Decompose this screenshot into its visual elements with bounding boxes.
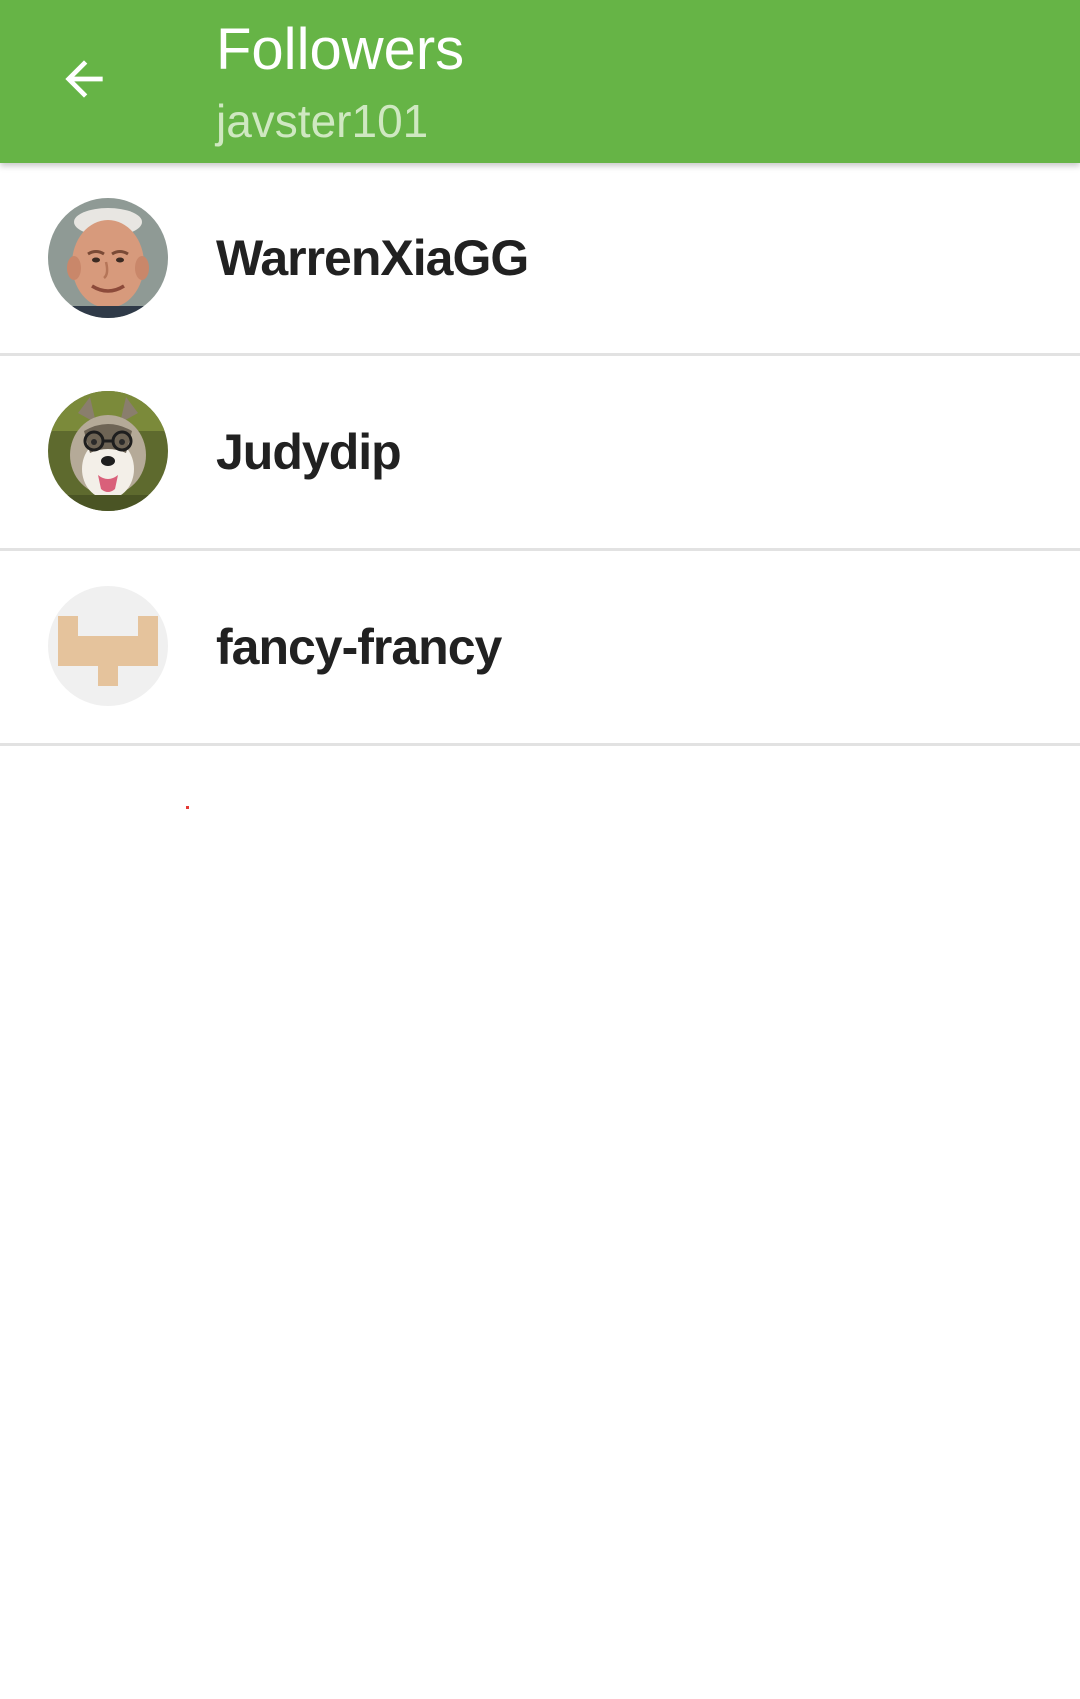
arrow-back-icon xyxy=(65,60,103,98)
followers-list: WarrenXiaGG Judydip fancy-francy xyxy=(0,163,1080,746)
follower-row[interactable]: fancy-francy xyxy=(0,551,1080,746)
photo-avatar-man xyxy=(48,198,168,318)
identicon-avatar xyxy=(48,586,168,706)
follower-username: WarrenXiaGG xyxy=(216,230,529,286)
app-bar: Followers javster101 xyxy=(0,0,1080,163)
follower-row[interactable]: WarrenXiaGG xyxy=(0,163,1080,356)
page-title: Followers xyxy=(216,17,465,82)
back-button[interactable] xyxy=(42,37,126,121)
page-subtitle: javster101 xyxy=(216,95,429,147)
photo-avatar-husky-glasses xyxy=(48,391,168,511)
avatar[interactable] xyxy=(48,391,168,511)
followers-screen: Followers javster101 WarrenXiaGG Judydip… xyxy=(0,0,1080,1699)
stray-pixel xyxy=(186,806,189,809)
follower-username: Judydip xyxy=(216,424,402,480)
avatar[interactable] xyxy=(48,586,168,706)
follower-row[interactable]: Judydip xyxy=(0,356,1080,551)
follower-username: fancy-francy xyxy=(216,619,502,675)
avatar[interactable] xyxy=(48,198,168,318)
